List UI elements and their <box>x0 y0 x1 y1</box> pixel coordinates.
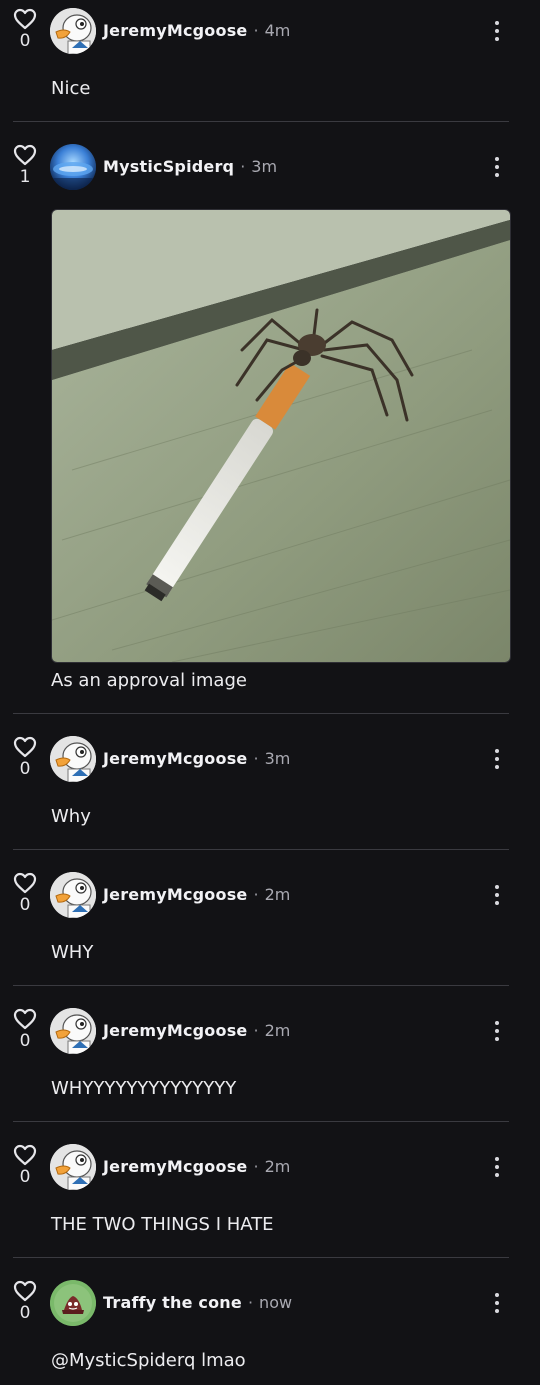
like-button[interactable]: 0 <box>12 8 38 50</box>
author-name[interactable]: JeremyMcgoose <box>103 21 247 40</box>
kebab-dot <box>495 37 499 41</box>
divider <box>13 713 509 714</box>
more-options-button[interactable] <box>489 885 505 911</box>
kebab-dot <box>495 173 499 177</box>
timestamp: 4m <box>264 21 291 40</box>
timestamp: 2m <box>264 1021 291 1040</box>
author-name[interactable]: MysticSpiderq <box>103 157 234 176</box>
kebab-dot <box>495 1165 499 1169</box>
heart-icon <box>13 736 37 758</box>
comment-meta: JeremyMcgoose · 4m <box>103 21 290 41</box>
like-count: 0 <box>19 759 31 779</box>
heart-icon <box>13 1144 37 1166</box>
spider-holding-cigarette-photo[interactable] <box>51 209 511 663</box>
like-count: 0 <box>19 31 31 51</box>
comment-text: THE TWO THINGS I HATE <box>51 1214 274 1235</box>
separator-dot: · <box>253 21 259 40</box>
blue-orb-avatar[interactable] <box>50 144 96 190</box>
kebab-dot <box>495 893 499 897</box>
like-count: 0 <box>19 895 31 915</box>
comment-meta: JeremyMcgoose · 3m <box>103 749 290 769</box>
more-options-button[interactable] <box>489 1293 505 1319</box>
comment-text: Nice <box>51 78 91 99</box>
goose-avatar[interactable] <box>50 872 96 918</box>
separator-dot: · <box>253 749 259 768</box>
kebab-dot <box>495 901 499 905</box>
heart-icon <box>13 1280 37 1302</box>
kebab-dot <box>495 1157 499 1161</box>
goose-avatar[interactable] <box>50 736 96 782</box>
timestamp: now <box>259 1293 293 1312</box>
divider <box>13 849 509 850</box>
more-options-button[interactable] <box>489 749 505 775</box>
kebab-dot <box>495 165 499 169</box>
comment-text: WHYYYYYYYYYYYYYY <box>51 1078 237 1099</box>
like-count: 1 <box>19 167 31 187</box>
kebab-dot <box>495 1301 499 1305</box>
separator-dot: · <box>253 885 259 904</box>
kebab-dot <box>495 1037 499 1041</box>
like-button[interactable]: 1 <box>12 144 38 186</box>
comment-meta: JeremyMcgoose · 2m <box>103 1021 290 1041</box>
more-options-button[interactable] <box>489 1021 505 1047</box>
timestamp: 3m <box>251 157 278 176</box>
heart-icon <box>13 872 37 894</box>
kebab-dot <box>495 765 499 769</box>
more-options-button[interactable] <box>489 21 505 47</box>
heart-icon <box>13 8 37 30</box>
comment-meta: JeremyMcgoose · 2m <box>103 1157 290 1177</box>
kebab-dot <box>495 29 499 33</box>
timestamp: 2m <box>264 1157 291 1176</box>
kebab-dot <box>495 757 499 761</box>
timestamp: 2m <box>264 885 291 904</box>
heart-icon <box>13 144 37 166</box>
separator-dot: · <box>240 157 246 176</box>
divider <box>13 121 509 122</box>
divider <box>13 1121 509 1122</box>
comment-text: @MysticSpiderq lmao <box>51 1350 246 1371</box>
goose-avatar[interactable] <box>50 8 96 54</box>
kebab-dot <box>495 21 499 25</box>
kebab-dot <box>495 749 499 753</box>
timestamp: 3m <box>264 749 291 768</box>
kebab-dot <box>495 1293 499 1297</box>
kebab-dot <box>495 1173 499 1177</box>
kebab-dot <box>495 1021 499 1025</box>
kebab-dot <box>495 885 499 889</box>
comment-text: Why <box>51 806 91 827</box>
goose-avatar[interactable] <box>50 1008 96 1054</box>
kebab-dot <box>495 1029 499 1033</box>
like-count: 0 <box>19 1167 31 1187</box>
separator-dot: · <box>247 1293 254 1312</box>
like-button[interactable]: 0 <box>12 1280 38 1322</box>
author-name[interactable]: JeremyMcgoose <box>103 1021 247 1040</box>
kebab-dot <box>495 1309 499 1313</box>
author-name[interactable]: JeremyMcgoose <box>103 749 247 768</box>
divider <box>13 985 509 986</box>
comment-meta: JeremyMcgoose · 2m <box>103 885 290 905</box>
comment-text: WHY <box>51 942 94 963</box>
like-button[interactable]: 0 <box>12 1008 38 1050</box>
goose-avatar[interactable] <box>50 1144 96 1190</box>
traffy-cone-avatar[interactable] <box>50 1280 96 1326</box>
comment-text: As an approval image <box>51 670 247 691</box>
like-button[interactable]: 0 <box>12 736 38 778</box>
author-name[interactable]: JeremyMcgoose <box>103 885 247 904</box>
heart-icon <box>13 1008 37 1030</box>
author-name[interactable]: JeremyMcgoose <box>103 1157 247 1176</box>
kebab-dot <box>495 157 499 161</box>
like-count: 0 <box>19 1031 31 1051</box>
divider <box>13 1257 509 1258</box>
more-options-button[interactable] <box>489 157 505 183</box>
comment-meta: MysticSpiderq · 3m <box>103 157 277 177</box>
more-options-button[interactable] <box>489 1157 505 1183</box>
comment-meta: Traffy the cone · now <box>103 1293 292 1313</box>
like-count: 0 <box>19 1303 31 1323</box>
separator-dot: · <box>253 1021 259 1040</box>
author-name[interactable]: Traffy the cone <box>103 1293 242 1312</box>
like-button[interactable]: 0 <box>12 872 38 914</box>
separator-dot: · <box>253 1157 259 1176</box>
like-button[interactable]: 0 <box>12 1144 38 1186</box>
